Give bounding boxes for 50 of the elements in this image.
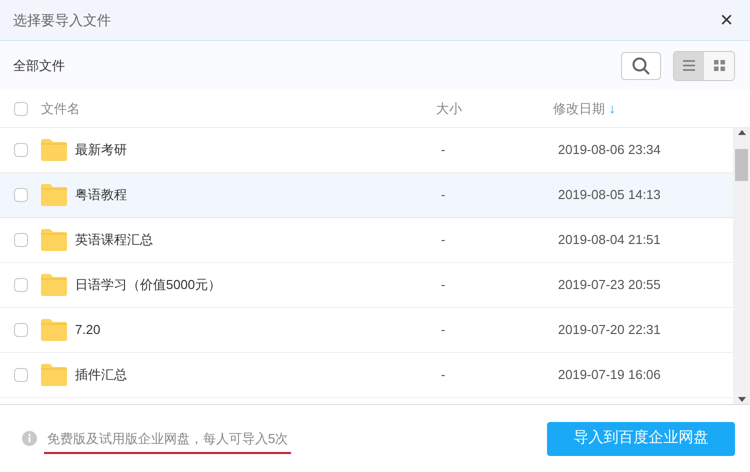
modified-date: 2019-08-06 23:34: [558, 141, 661, 160]
file-size: -: [441, 321, 446, 340]
modified-date: 2019-08-04 21:51: [558, 231, 661, 250]
file-size: -: [441, 276, 446, 294]
modified-date: 2019-07-19 16:06: [558, 366, 661, 384]
folder-icon: [41, 229, 67, 251]
list-view-button[interactable]: [674, 52, 704, 80]
checkbox[interactable]: [14, 102, 28, 116]
file-name: 粤语教程: [75, 186, 128, 204]
column-header: 大小: [436, 100, 463, 118]
modified-date: 2019-08-05 14:13: [558, 186, 661, 204]
scrollbar[interactable]: [733, 128, 750, 404]
checkbox[interactable]: [14, 368, 28, 382]
scroll-up-icon: [738, 130, 746, 135]
file-size: -: [441, 141, 446, 160]
file-name: 日语学习（价值5000元）: [75, 276, 222, 294]
file-size: -: [441, 186, 446, 204]
window-title: 选择要导入文件: [13, 10, 111, 30]
column-header: 文件名: [41, 100, 81, 118]
file-size: -: [441, 231, 446, 250]
checkbox[interactable]: [14, 188, 28, 202]
search-icon: [632, 56, 650, 74]
folder-icon: [41, 364, 67, 386]
info-icon: [22, 431, 37, 446]
grid-icon: [714, 60, 724, 71]
notice-text: 免费版及试用版企业网盘，每人可导入5次: [44, 428, 292, 454]
modified-date: 2019-07-23 20:55: [558, 276, 661, 294]
search-button[interactable]: [621, 52, 661, 80]
folder-icon: [41, 274, 67, 296]
folder-icon: [41, 184, 67, 206]
file-row[interactable]: 粤语教程 - 2019-08-05 14:13: [0, 173, 733, 218]
file-name: 插件汇总: [75, 366, 128, 384]
file-name: 最新考研: [75, 141, 128, 160]
breadcrumb[interactable]: 全部文件: [13, 56, 65, 76]
close-button[interactable]: ×: [720, 9, 737, 31]
checkbox[interactable]: [14, 143, 28, 157]
file-size: -: [441, 366, 446, 384]
folder-icon: [41, 319, 67, 341]
folder-icon: [41, 139, 67, 161]
file-name: 7.20: [75, 321, 102, 340]
scroll-down-icon: [738, 397, 746, 402]
scroll-thumb[interactable]: [735, 149, 748, 181]
checkbox[interactable]: [14, 278, 28, 292]
grid-view-button[interactable]: [704, 52, 734, 80]
modified-date: 2019-07-20 22:31: [558, 321, 661, 340]
checkbox[interactable]: [14, 233, 28, 247]
checkbox[interactable]: [14, 323, 28, 337]
file-name: 英语课程汇总: [75, 231, 154, 250]
list-icon: [683, 60, 695, 71]
column-header[interactable]: 修改日期 ↓: [553, 98, 616, 118]
